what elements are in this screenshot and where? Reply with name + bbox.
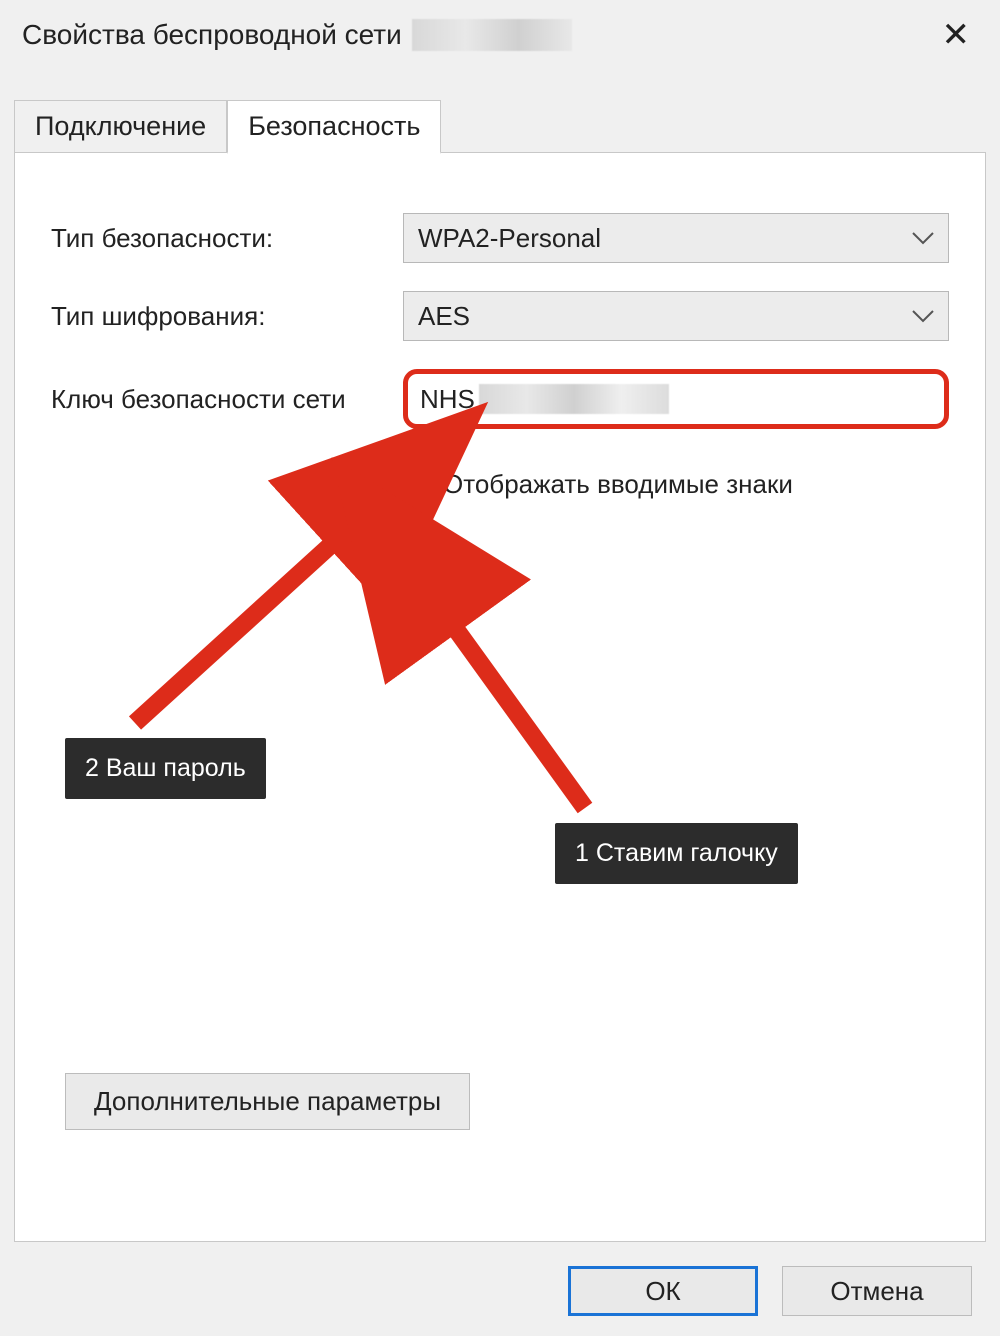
dialog-buttons: ОК Отмена xyxy=(568,1266,972,1316)
cancel-button[interactable]: Отмена xyxy=(782,1266,972,1316)
title-bar: Свойства беспроводной сети ✕ xyxy=(0,0,1000,70)
tab-connection-label: Подключение xyxy=(35,111,206,141)
advanced-settings-button[interactable]: Дополнительные параметры xyxy=(65,1073,470,1130)
callout-password: 2 Ваш пароль xyxy=(65,738,266,799)
callout-checkbox-text: 1 Ставим галочку xyxy=(575,839,778,867)
tab-strip: Подключение Безопасность xyxy=(14,98,1000,152)
advanced-settings-label: Дополнительные параметры xyxy=(94,1086,441,1116)
callout-password-text: 2 Ваш пароль xyxy=(85,754,246,782)
tab-security-label: Безопасность xyxy=(248,111,420,141)
cancel-button-label: Отмена xyxy=(830,1276,923,1307)
callout-checkbox: 1 Ставим галочку xyxy=(555,823,798,884)
ok-button[interactable]: ОК xyxy=(568,1266,758,1316)
security-panel: Тип безопасности: WPA2-Personal Тип шифр… xyxy=(14,152,986,1242)
tab-connection[interactable]: Подключение xyxy=(14,100,227,152)
close-icon[interactable]: ✕ xyxy=(934,14,979,56)
tab-security[interactable]: Безопасность xyxy=(227,100,441,154)
window-title: Свойства беспроводной сети xyxy=(22,19,402,51)
network-name-redacted xyxy=(412,19,572,51)
ok-button-label: ОК xyxy=(645,1276,680,1307)
